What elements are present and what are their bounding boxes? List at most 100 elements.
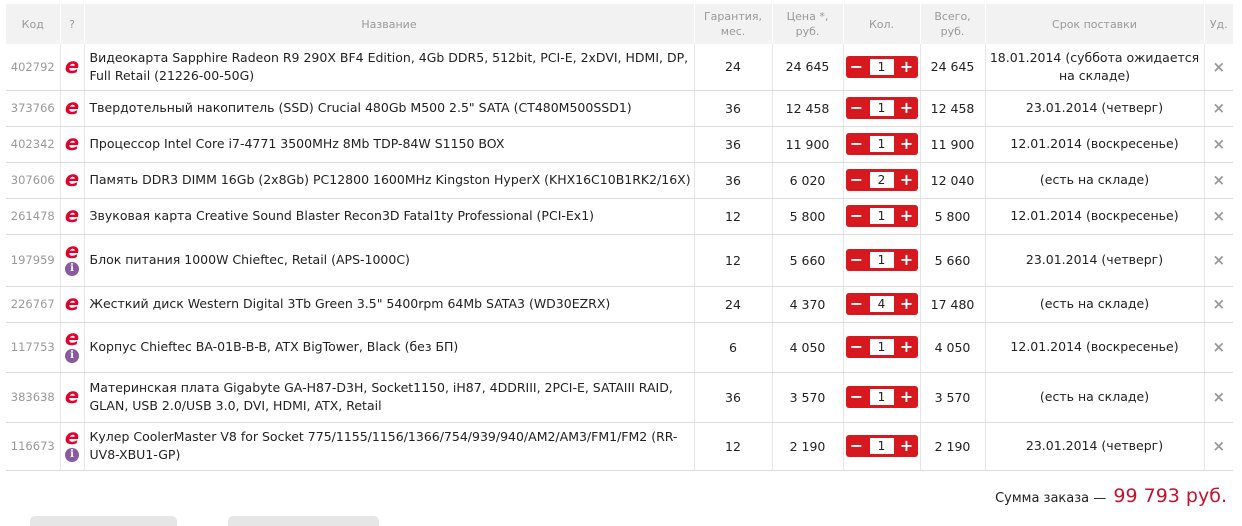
delete-icon[interactable]: × [1212, 207, 1225, 225]
product-warranty: 24 [693, 286, 772, 323]
info-icon[interactable]: i [65, 448, 79, 462]
product-name[interactable]: Память DDR3 DIMM 16Gb (2x8Gb) PC12800 16… [83, 162, 694, 199]
qty-input-frame [867, 249, 896, 271]
decrease-qty-button[interactable]: − [845, 55, 868, 78]
increase-qty-button[interactable]: + [895, 55, 918, 78]
decrease-qty-button[interactable]: − [845, 435, 868, 457]
delete-cell: × [1203, 372, 1233, 423]
product-warranty: 12 [693, 422, 772, 471]
quantity-input[interactable] [869, 172, 894, 188]
quantity-input[interactable] [869, 136, 894, 152]
decrease-qty-button[interactable]: − [845, 205, 868, 227]
product-name[interactable]: Кулер CoolerMaster V8 for Socket 775/115… [83, 422, 694, 471]
increase-qty-button[interactable]: + [895, 336, 918, 358]
product-name[interactable]: Материнская плата Gigabyte GA-H87-D3H, S… [83, 372, 694, 423]
decrease-qty-button[interactable]: − [845, 293, 868, 315]
product-qty-cell: −+ [842, 126, 920, 163]
quantity-input[interactable] [869, 296, 894, 312]
e-logo-icon[interactable]: e [64, 169, 80, 190]
increase-qty-button[interactable]: + [895, 205, 918, 227]
product-icons: e [59, 372, 84, 423]
quantity-stepper: −+ [845, 55, 918, 78]
e-logo-icon[interactable]: e [64, 97, 80, 118]
quantity-input[interactable] [869, 252, 894, 268]
e-logo-icon[interactable]: e [64, 133, 80, 154]
increase-qty-button[interactable]: + [895, 435, 918, 457]
product-total: 3 570 [919, 372, 985, 423]
increase-qty-button[interactable]: + [895, 97, 918, 119]
delete-icon[interactable]: × [1212, 58, 1225, 76]
product-qty-cell: −+ [842, 198, 920, 235]
increase-qty-button[interactable]: + [895, 249, 918, 271]
quantity-input[interactable] [869, 389, 894, 405]
product-warranty: 24 [693, 44, 772, 91]
quantity-input[interactable] [869, 100, 894, 116]
delete-cell: × [1203, 422, 1233, 471]
increase-qty-button[interactable]: + [895, 169, 918, 191]
product-delivery: (есть на складе) [984, 372, 1204, 423]
action-button-right[interactable] [228, 516, 379, 526]
delete-icon[interactable]: × [1212, 437, 1225, 455]
product-delivery: 12.01.2014 (воскресенье) [984, 126, 1204, 163]
product-total: 4 050 [919, 322, 985, 373]
qty-input-frame [867, 97, 896, 119]
e-logo-icon[interactable]: e [64, 55, 80, 76]
e-logo-icon[interactable]: e [64, 386, 80, 407]
product-delivery: 23.01.2014 (четверг) [984, 422, 1204, 471]
product-warranty: 12 [693, 234, 772, 287]
product-icons: e [59, 44, 84, 91]
product-code: 261478 [6, 198, 60, 235]
product-name[interactable]: Видеокарта Sapphire Radeon R9 290X BF4 E… [83, 44, 694, 91]
decrease-qty-button[interactable]: − [845, 133, 868, 155]
product-price: 5 800 [771, 198, 843, 235]
product-qty-cell: −+ [842, 286, 920, 323]
decrease-qty-button[interactable]: − [845, 386, 868, 408]
header-delivery: Срок поставки [984, 4, 1204, 44]
product-code: 197959 [6, 234, 60, 287]
quantity-input[interactable] [869, 438, 894, 454]
product-name[interactable]: Твердотельный накопитель (SSD) Crucial 4… [83, 90, 694, 127]
product-name[interactable]: Корпус Chieftec BA-01B-B-B, ATX BigTower… [83, 322, 694, 373]
table-row: 116673 e i Кулер CoolerMaster V8 for Socket… [6, 422, 1233, 471]
delete-cell: × [1203, 234, 1233, 287]
increase-qty-button[interactable]: + [895, 386, 918, 408]
delete-icon[interactable]: × [1212, 388, 1225, 406]
delete-icon[interactable]: × [1212, 99, 1225, 117]
decrease-qty-button[interactable]: − [845, 249, 868, 271]
delete-icon[interactable]: × [1212, 171, 1225, 189]
quantity-stepper: −+ [845, 205, 918, 227]
e-logo-icon[interactable]: e [64, 328, 80, 349]
product-name[interactable]: Процессор Intel Core i7-4771 3500MHz 8Mb… [83, 126, 694, 163]
product-total: 17 480 [919, 286, 985, 323]
quantity-input[interactable] [869, 58, 894, 75]
delete-icon[interactable]: × [1212, 295, 1225, 313]
product-name[interactable]: Блок питания 1000W Chieftec, Retail (APS… [83, 234, 694, 287]
product-name[interactable]: Жесткий диск Western Digital 3Tb Green 3… [83, 286, 694, 323]
info-icon[interactable]: i [65, 349, 79, 363]
product-name[interactable]: Звуковая карта Creative Sound Blaster Re… [83, 198, 694, 235]
header-warranty: Гарантия, мес. [693, 4, 772, 44]
quantity-input[interactable] [869, 339, 894, 355]
increase-qty-button[interactable]: + [895, 133, 918, 155]
delete-icon[interactable]: × [1212, 251, 1225, 269]
decrease-qty-button[interactable]: − [845, 97, 868, 119]
e-logo-icon[interactable]: e [64, 427, 80, 448]
table-row: 383638 e Материнская плата Gigabyte GA-H87… [6, 372, 1233, 423]
delete-cell: × [1203, 322, 1233, 373]
info-icon[interactable]: i [65, 262, 79, 276]
action-button-left[interactable] [30, 516, 177, 526]
delete-icon[interactable]: × [1212, 338, 1225, 356]
decrease-qty-button[interactable]: − [845, 169, 868, 191]
product-code: 402792 [6, 44, 60, 91]
quantity-input[interactable] [869, 208, 894, 224]
e-logo-icon[interactable]: e [64, 293, 80, 314]
header-qty: Кол. [842, 4, 920, 44]
product-qty-cell: −+ [842, 372, 920, 423]
e-logo-icon[interactable]: e [64, 205, 80, 226]
increase-qty-button[interactable]: + [895, 293, 918, 315]
delete-cell: × [1203, 162, 1233, 199]
e-logo-icon[interactable]: e [64, 241, 80, 262]
delete-icon[interactable]: × [1212, 135, 1225, 153]
decrease-qty-button[interactable]: − [845, 336, 868, 358]
delete-cell: × [1203, 90, 1233, 127]
